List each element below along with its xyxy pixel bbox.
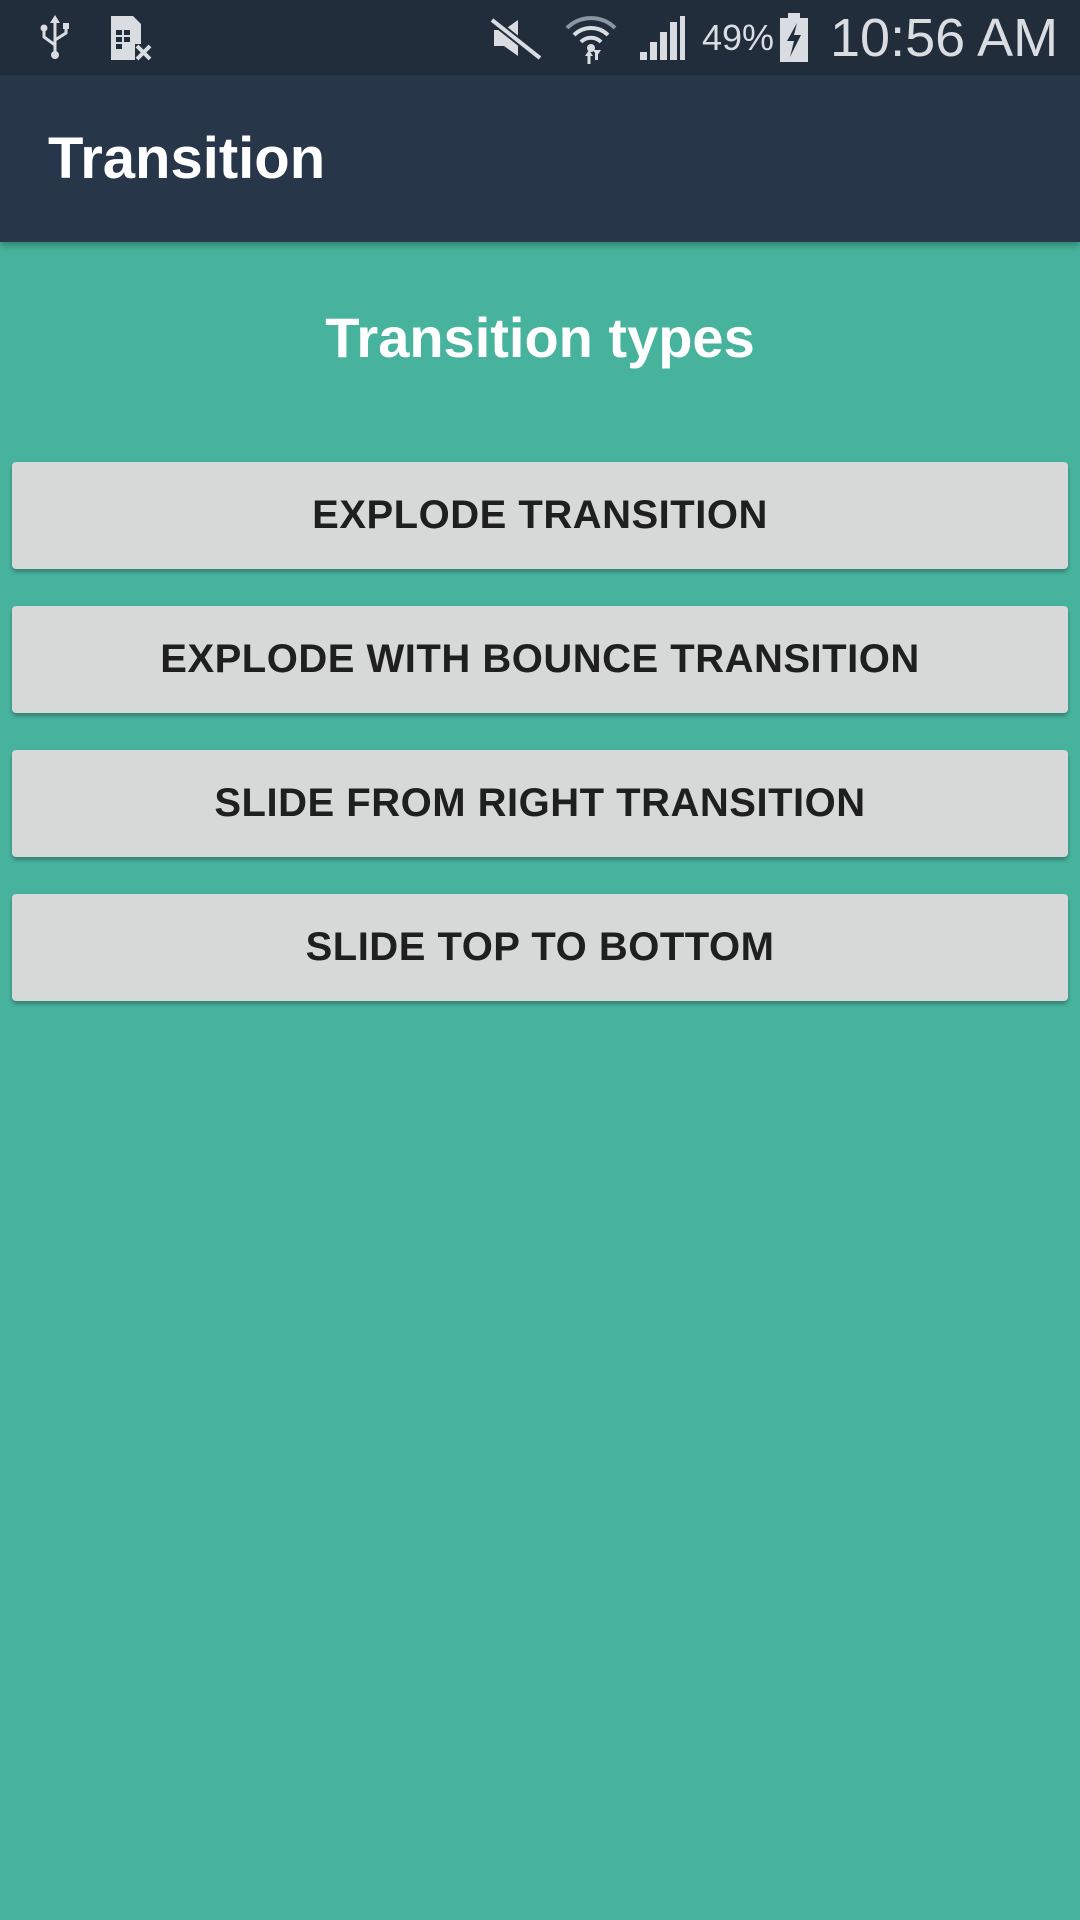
battery-charging-icon <box>776 10 812 66</box>
app-bar: Transition <box>0 75 1080 242</box>
slide-from-right-transition-button[interactable]: SLIDE FROM RIGHT TRANSITION <box>12 750 1068 857</box>
battery-percentage: 49% <box>702 16 775 58</box>
clock: 10:56 AM <box>830 7 1059 68</box>
wifi-icon <box>562 10 620 66</box>
status-bar: 49% 10:56 AM <box>0 0 1080 75</box>
explode-transition-button[interactable]: EXPLODE TRANSITION <box>12 462 1068 569</box>
slide-top-to-bottom-button[interactable]: SLIDE TOP TO BOTTOM <box>12 894 1068 1001</box>
cellular-signal-icon <box>636 10 688 66</box>
sim-card-error-icon <box>104 10 154 66</box>
screen: 49% 10:56 AM Transition Transition types… <box>0 0 1080 1920</box>
mute-icon <box>488 10 544 66</box>
app-title: Transition <box>48 126 326 191</box>
usb-icon <box>34 10 76 66</box>
explode-with-bounce-transition-button[interactable]: EXPLODE WITH BOUNCE TRANSITION <box>12 606 1068 713</box>
section-heading: Transition types <box>325 306 755 369</box>
